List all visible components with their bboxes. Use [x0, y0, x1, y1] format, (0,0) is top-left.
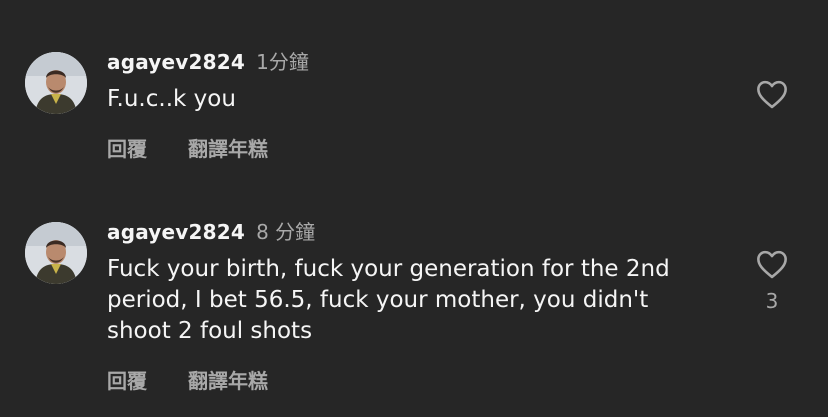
reply-button[interactable]: 回覆: [107, 369, 147, 393]
avatar-photo: [25, 52, 87, 114]
comment-text: Fuck your birth, fuck your generation fo…: [107, 256, 670, 344]
avatar[interactable]: [25, 222, 87, 284]
heart-outline-icon[interactable]: [755, 249, 789, 279]
comment-item: agayev2824 1分鐘 F.u.c..k you 回覆 翻譯年糕: [0, 0, 828, 200]
like-count: 3: [765, 289, 779, 313]
comment-timestamp: 8 分鐘: [256, 220, 316, 244]
comment-item: agayev2824 8 分鐘 Fuck your birth, fuck yo…: [0, 200, 828, 417]
comment-username[interactable]: agayev2824: [107, 50, 245, 74]
translate-button[interactable]: 翻譯年糕: [188, 369, 268, 393]
avatar[interactable]: [25, 52, 87, 114]
avatar-photo: [25, 222, 87, 284]
comment-timestamp: 1分鐘: [256, 50, 309, 74]
reply-button[interactable]: 回覆: [107, 137, 147, 161]
translate-button[interactable]: 翻譯年糕: [188, 137, 268, 161]
heart-outline-icon[interactable]: [755, 79, 789, 109]
comment-text: F.u.c..k you: [107, 86, 236, 112]
comment-username[interactable]: agayev2824: [107, 220, 245, 244]
